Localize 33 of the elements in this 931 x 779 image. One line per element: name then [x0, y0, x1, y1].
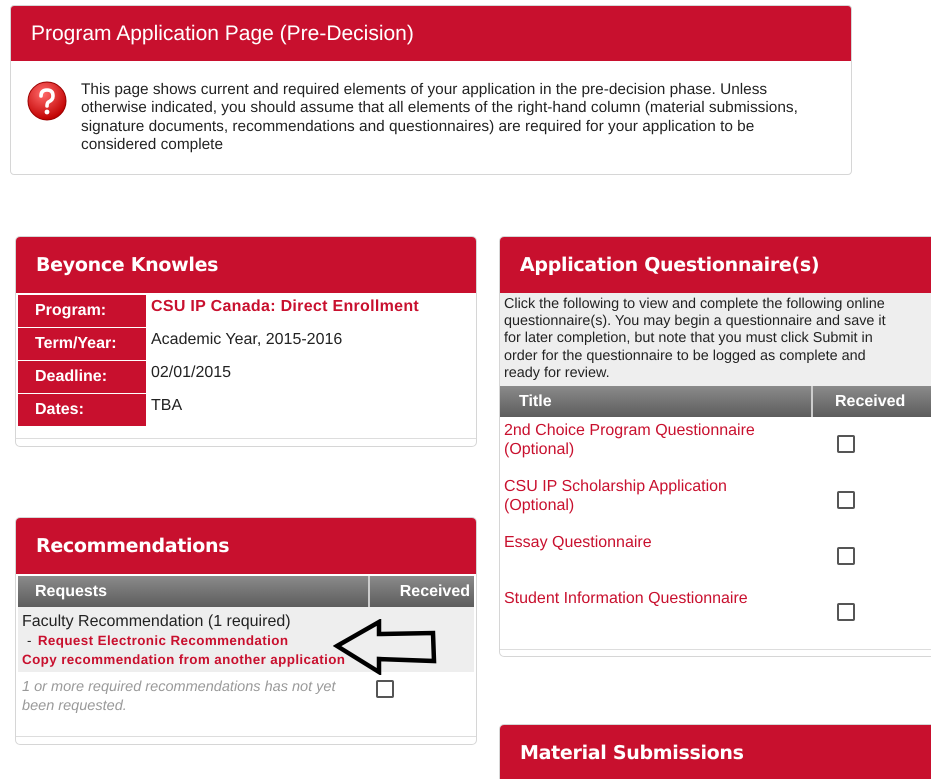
questionnaire-link[interactable]: 2nd Choice Program Questionnaire (Optional) — [500, 421, 831, 474]
applicant-name: Beyonce Knowles — [16, 237, 476, 293]
field-label: Dates: — [18, 394, 146, 426]
help-icon — [27, 81, 67, 121]
received-checkbox[interactable] — [837, 603, 855, 622]
field-value: 02/01/2015 — [150, 363, 232, 383]
received-checkbox[interactable] — [376, 680, 394, 698]
questionnaire-link[interactable]: CSU IP Scholarship Application (Optional) — [500, 477, 831, 530]
field-label: Deadline: — [18, 361, 146, 393]
questionnaire-link[interactable]: Student Information Questionnaire — [500, 589, 831, 642]
field-value: TBA — [150, 396, 182, 416]
request-name: Faculty Recommendation (1 required) — [22, 613, 292, 631]
field-label: Program: — [18, 295, 146, 327]
info-message: This page shows current and required elements of your application in the pre-decision phase. Unless otherwise indicated, you should assume that all elements of the right-hand column (material submissions, signature documents, recommendations and questionnaires) are required for your application to be considered complete — [81, 81, 799, 155]
status-note: 1 or more required recommendations has not yet been requested. — [22, 678, 337, 716]
program-link[interactable]: CSU IP Canada: Direct Enrollment — [146, 295, 420, 327]
panel-title: Application Questionnaire(s) — [500, 237, 931, 293]
received-checkbox[interactable] — [837, 491, 855, 510]
recommendation-link[interactable]: Request Electronic Recommendation — [38, 631, 288, 650]
panel-title: Material Submissions — [500, 725, 931, 779]
column-header: Received — [834, 392, 906, 411]
received-checkbox[interactable] — [837, 547, 855, 566]
dash-text: - — [27, 632, 32, 650]
column-header: Received — [398, 582, 471, 600]
page-title: Program Application Page (Pre-Decision) — [11, 6, 851, 61]
panel-title: Recommendations — [16, 518, 476, 574]
instructions-text: Click the following to view and complete the following online questionnaire(s). You may begin a questionnaire and save it for later completion, but note that you must click Submit in order for the questionnaire to be logged as complete and ready for review. — [500, 293, 931, 386]
column-header: Title — [500, 386, 813, 418]
received-checkbox[interactable] — [837, 435, 855, 454]
field-label: Term/Year: — [18, 328, 146, 360]
questionnaire-link[interactable]: Essay Questionnaire — [500, 533, 831, 586]
field-value: Academic Year, 2015-2016 — [150, 330, 342, 350]
recommendation-link[interactable]: Copy recommendation from another application — [22, 652, 346, 667]
